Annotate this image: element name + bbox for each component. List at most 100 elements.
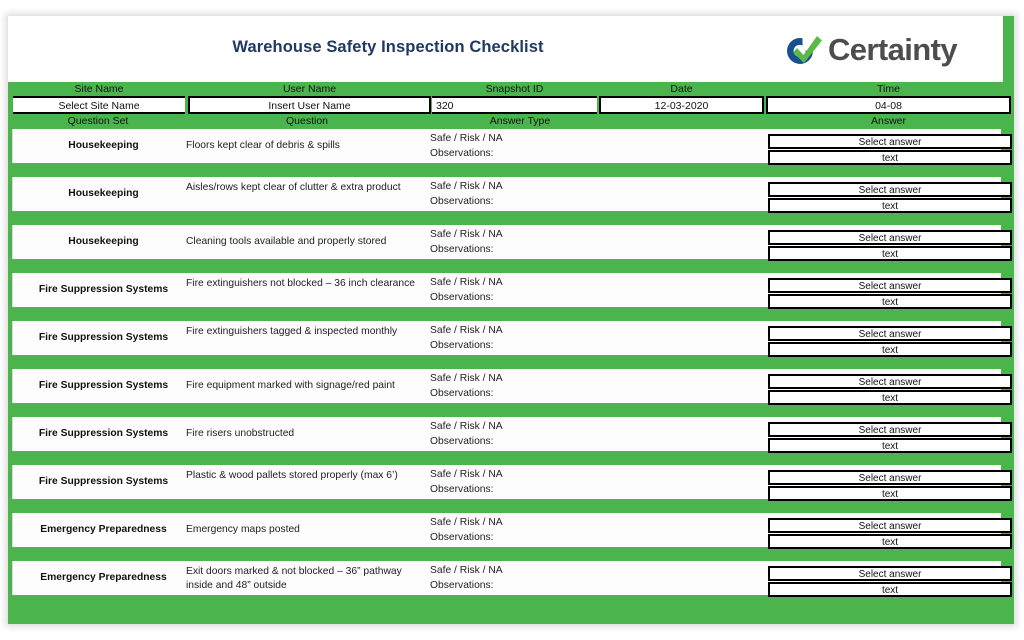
question-text: Floors kept clear of debris & spills	[186, 140, 340, 151]
question-set-label: Housekeeping	[68, 236, 139, 247]
answer-type-cell: Safe / Risk / NA Observations:	[430, 228, 630, 257]
answer-type-cell: Safe / Risk / NA Observations:	[430, 372, 630, 401]
answer-type-options: Safe / Risk / NA	[430, 325, 503, 336]
table-row: Fire Suppression Systems Fire extinguishe…	[8, 273, 1014, 321]
table-body: Housekeeping Floors kept clear of debris …	[8, 129, 1014, 609]
question-set-label: Fire Suppression Systems	[38, 284, 169, 295]
question-text: Aisles/rows kept clear of clutter & extr…	[186, 182, 401, 193]
table-row: Emergency Preparedness Emergency maps pos…	[8, 513, 1014, 561]
answer-select-dropdown[interactable]: Select answer	[768, 374, 1012, 389]
question-set-label: Housekeeping	[68, 140, 139, 151]
answer-type-cell: Safe / Risk / NA Observations:	[430, 516, 630, 545]
info-value-row: Select Site Name Insert User Name 320 12…	[8, 96, 1014, 114]
answer-type-observations-label: Observations:	[430, 483, 494, 495]
page-title: Warehouse Safety Inspection Checklist	[232, 38, 544, 56]
answer-type-options: Safe / Risk / NA	[430, 229, 503, 240]
answer-cell: Select answer text	[768, 278, 1012, 309]
question-text: Plastic & wood pallets stored properly (…	[186, 470, 398, 481]
question-set-label: Fire Suppression Systems	[38, 476, 169, 487]
answer-type-cell: Safe / Risk / NA Observations:	[430, 324, 630, 353]
table-row: Fire Suppression Systems Fire risers unob…	[8, 417, 1014, 465]
answer-select-dropdown[interactable]: Select answer	[768, 278, 1012, 293]
answer-select-dropdown[interactable]: Select answer	[768, 134, 1012, 149]
date-field[interactable]: 12-03-2020	[599, 96, 764, 114]
answer-select-dropdown[interactable]: Select answer	[768, 326, 1012, 341]
answer-type-options: Safe / Risk / NA	[430, 373, 503, 384]
observation-text-input[interactable]: text	[768, 390, 1012, 405]
question-set-label: Emergency Preparedness	[40, 572, 167, 583]
answer-cell: Select answer text	[768, 230, 1012, 261]
answer-select-dropdown[interactable]: Select answer	[768, 518, 1012, 533]
question-set-label: Emergency Preparedness	[40, 524, 167, 535]
column-header-question: Question	[285, 115, 329, 127]
answer-type-cell: Safe / Risk / NA Observations:	[430, 276, 630, 305]
answer-cell: Select answer text	[768, 134, 1012, 165]
question-text: Emergency maps posted	[186, 524, 300, 535]
answer-type-options: Safe / Risk / NA	[430, 517, 503, 528]
answer-type-observations-label: Observations:	[430, 291, 494, 303]
observation-text-input[interactable]: text	[768, 198, 1012, 213]
info-header-date: Date	[670, 83, 693, 95]
answer-type-observations-label: Observations:	[430, 579, 494, 591]
table-row: Housekeeping Floors kept clear of debris …	[8, 129, 1014, 177]
answer-type-options: Safe / Risk / NA	[430, 277, 503, 288]
info-header-user-name: User Name	[282, 83, 337, 95]
answer-type-cell: Safe / Risk / NA Observations:	[430, 564, 630, 593]
answer-type-options: Safe / Risk / NA	[430, 421, 503, 432]
table-row: Fire Suppression Systems Plastic & wood p…	[8, 465, 1014, 513]
question-text: Fire risers unobstructed	[186, 428, 295, 439]
column-header-answer: Answer	[870, 115, 906, 127]
answer-type-observations-label: Observations:	[430, 195, 494, 207]
answer-cell: Select answer text	[768, 518, 1012, 549]
answer-select-dropdown[interactable]: Select answer	[768, 230, 1012, 245]
answer-type-observations-label: Observations:	[430, 531, 494, 543]
question-text: Fire equipment marked with signage/red p…	[186, 380, 395, 391]
answer-type-observations-label: Observations:	[430, 147, 494, 159]
answer-cell: Select answer text	[768, 470, 1012, 501]
answer-type-observations-label: Observations:	[430, 243, 494, 255]
table-row: Housekeeping Aisles/rows kept clear of cl…	[8, 177, 1014, 225]
observation-text-input[interactable]: text	[768, 246, 1012, 261]
answer-select-dropdown[interactable]: Select answer	[768, 422, 1012, 437]
spreadsheet-body: Site Name User Name Snapshot ID Date Tim…	[8, 82, 1014, 624]
answer-type-cell: Safe / Risk / NA Observations:	[430, 132, 630, 161]
answer-type-options: Safe / Risk / NA	[430, 181, 503, 192]
brand-logo: Certainty	[778, 28, 993, 74]
answer-type-options: Safe / Risk / NA	[430, 133, 503, 144]
observation-text-input[interactable]: text	[768, 582, 1012, 597]
time-field[interactable]: 04-08	[766, 96, 1011, 114]
table-row: Fire Suppression Systems Fire extinguishe…	[8, 321, 1014, 369]
observation-text-input[interactable]: text	[768, 150, 1012, 165]
answer-select-dropdown[interactable]: Select answer	[768, 566, 1012, 581]
question-set-label: Fire Suppression Systems	[38, 428, 169, 439]
table-row: Fire Suppression Systems Fire equipment m…	[8, 369, 1014, 417]
observation-text-input[interactable]: text	[768, 534, 1012, 549]
answer-cell: Select answer text	[768, 374, 1012, 405]
question-text: Fire extinguishers tagged & inspected mo…	[186, 326, 398, 337]
site-name-field[interactable]: Select Site Name	[13, 96, 185, 114]
question-set-label: Fire Suppression Systems	[38, 332, 169, 343]
document-header: Warehouse Safety Inspection Checklist Ce…	[8, 16, 1003, 82]
answer-select-dropdown[interactable]: Select answer	[768, 470, 1012, 485]
table-row: Emergency Preparedness Exit doors marked …	[8, 561, 1014, 609]
brand-name: Certainty	[828, 32, 958, 67]
answer-cell: Select answer text	[768, 422, 1012, 453]
snapshot-id-field[interactable]: 320	[432, 96, 597, 114]
observation-text-input[interactable]: text	[768, 342, 1012, 357]
table-header-row: Question Set Question Answer Type Answer	[8, 114, 1014, 129]
checklist-document: Warehouse Safety Inspection Checklist Ce…	[0, 0, 1024, 640]
answer-cell: Select answer text	[768, 566, 1012, 597]
observation-text-input[interactable]: text	[768, 486, 1012, 501]
certainty-check-logo-icon	[787, 36, 822, 64]
user-name-field[interactable]: Insert User Name	[188, 96, 431, 114]
info-header-row: Site Name User Name Snapshot ID Date Tim…	[8, 82, 1014, 96]
answer-type-observations-label: Observations:	[430, 387, 494, 399]
observation-text-input[interactable]: text	[768, 294, 1012, 309]
answer-type-cell: Safe / Risk / NA Observations:	[430, 180, 630, 209]
answer-select-dropdown[interactable]: Select answer	[768, 182, 1012, 197]
info-header-time: Time	[877, 83, 900, 95]
observation-text-input[interactable]: text	[768, 438, 1012, 453]
answer-type-cell: Safe / Risk / NA Observations:	[430, 468, 630, 497]
table-row: Housekeeping Cleaning tools available and…	[8, 225, 1014, 273]
answer-cell: Select answer text	[768, 182, 1012, 213]
